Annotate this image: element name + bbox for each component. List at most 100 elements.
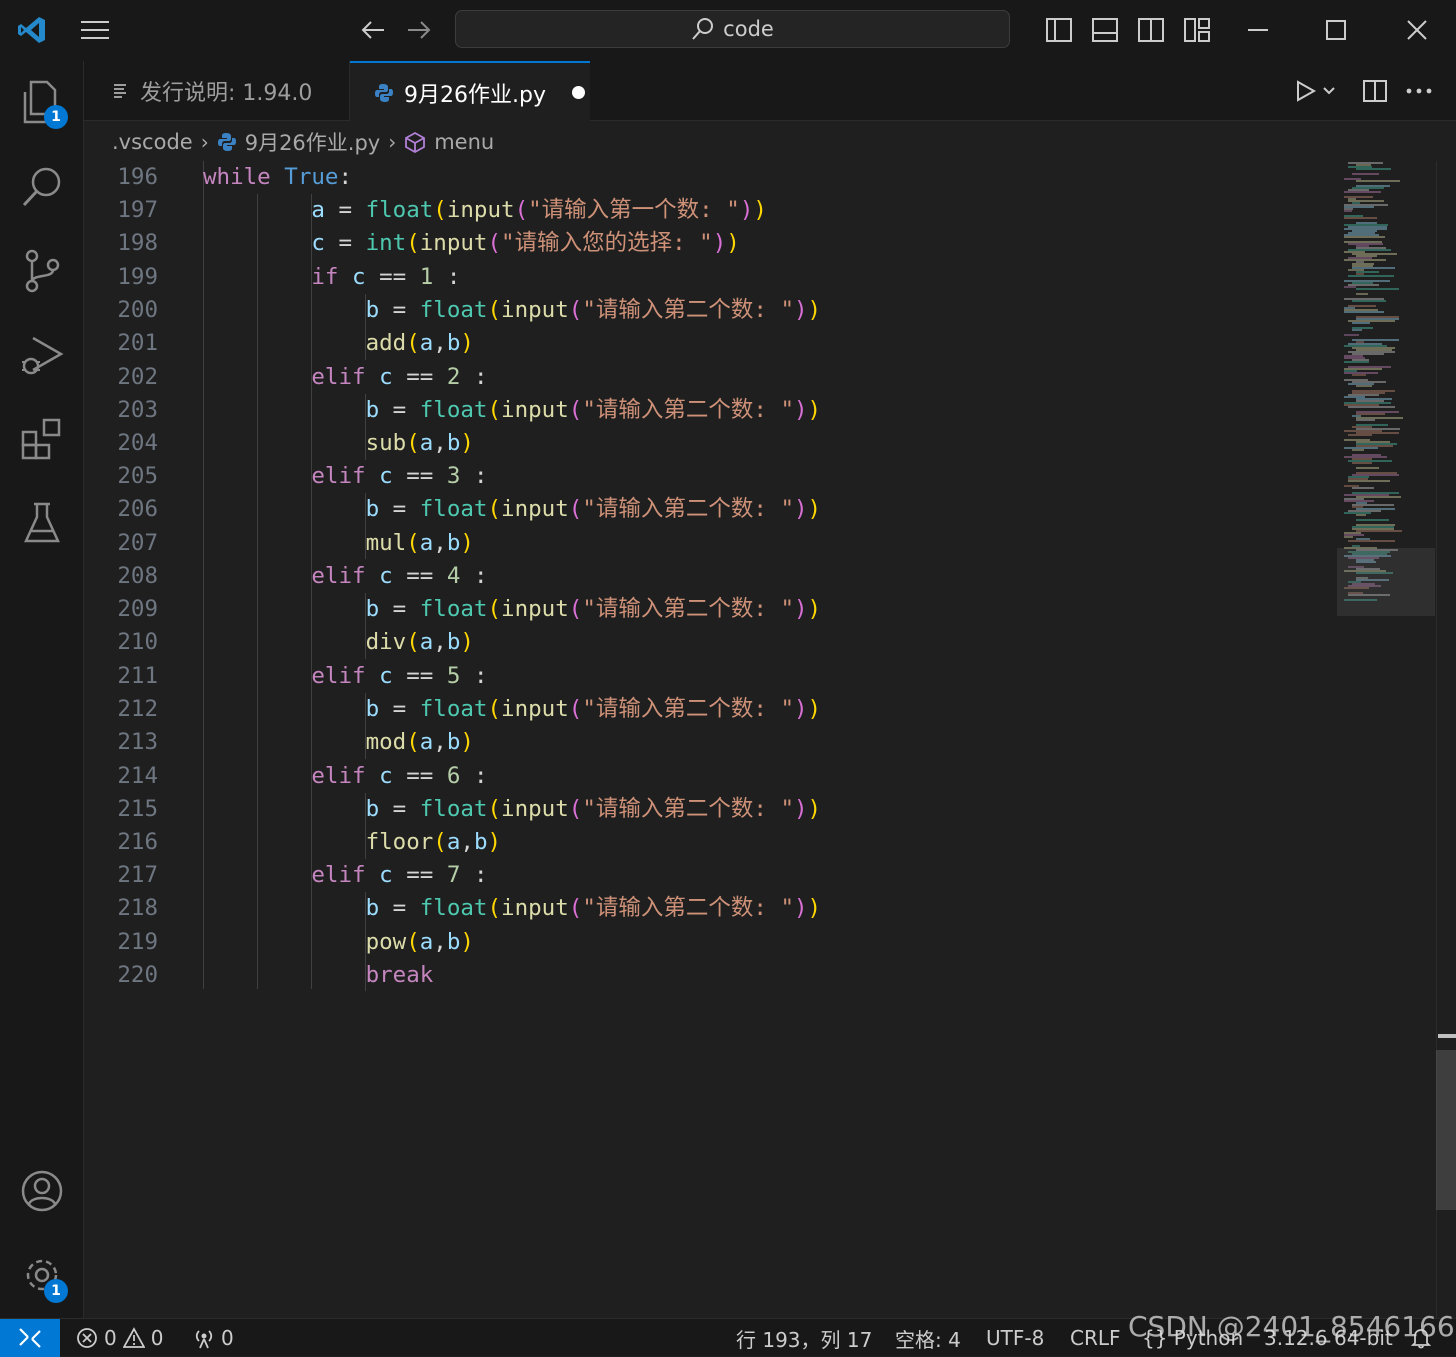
run-and-debug-icon[interactable] bbox=[0, 323, 84, 387]
breadcrumb-folder[interactable]: .vscode bbox=[112, 130, 193, 154]
toggle-panel-icon[interactable] bbox=[1090, 14, 1120, 46]
scrollbar-thumb[interactable] bbox=[1436, 1050, 1456, 1210]
line-number: 214 bbox=[117, 763, 158, 789]
unsaved-dot-icon[interactable] bbox=[571, 86, 585, 99]
menu-hamburger-icon[interactable] bbox=[78, 14, 112, 46]
chevron-right-icon: › bbox=[388, 130, 397, 154]
string-literal: "请输入第二个数: " bbox=[582, 696, 794, 722]
toggle-secondary-sidebar-icon[interactable] bbox=[1136, 14, 1166, 46]
code-line: 212 b = float(input("请输入第二个数: ")) bbox=[84, 693, 821, 726]
line-number: 205 bbox=[117, 463, 158, 489]
ports-count: 0 bbox=[221, 1326, 234, 1350]
code-line: 201 add(a,b) bbox=[84, 327, 474, 360]
encoding-indicator[interactable]: UTF-8 bbox=[986, 1319, 1044, 1357]
command-center-search[interactable]: code bbox=[455, 10, 1010, 48]
case-number: 3 bbox=[446, 463, 461, 489]
function-call: sub bbox=[365, 430, 407, 456]
remote-indicator[interactable] bbox=[0, 1319, 60, 1357]
minimap[interactable] bbox=[1340, 161, 1436, 1318]
code-line: 214 elif c == 6 : bbox=[84, 760, 487, 793]
breadcrumb-symbol[interactable]: menu bbox=[434, 130, 494, 154]
explorer-icon[interactable]: 1 bbox=[0, 71, 84, 135]
string-literal: "请输入您的选择: " bbox=[501, 230, 713, 256]
line-number: 212 bbox=[117, 696, 158, 722]
code-line: 210 div(a,b) bbox=[84, 626, 474, 659]
breadcrumb-file[interactable]: 9月26作业.py bbox=[245, 127, 381, 157]
explorer-badge: 1 bbox=[44, 105, 68, 129]
code-line: 219 pow(a,b) bbox=[84, 926, 474, 959]
warning-count: 0 bbox=[150, 1326, 164, 1350]
indentation-indicator[interactable]: 空格: 4 bbox=[895, 1319, 961, 1357]
scrollbar-cursor-marker bbox=[1438, 1034, 1456, 1038]
line-number: 218 bbox=[117, 895, 158, 921]
line-number: 202 bbox=[117, 364, 158, 390]
search-icon bbox=[692, 18, 714, 40]
close-icon[interactable] bbox=[1403, 14, 1431, 46]
line-number: 213 bbox=[117, 729, 158, 755]
code-line: 216 floor(a,b) bbox=[84, 826, 501, 859]
problems-indicator[interactable]: 0 0 bbox=[76, 1319, 163, 1357]
line-number: 215 bbox=[117, 796, 158, 822]
manage-gear-icon[interactable]: 1 bbox=[0, 1243, 84, 1307]
toggle-primary-sidebar-icon[interactable] bbox=[1044, 14, 1074, 46]
function-call: mod bbox=[365, 729, 407, 755]
split-editor-icon[interactable] bbox=[1360, 75, 1390, 107]
code-line: 217 elif c == 7 : bbox=[84, 859, 487, 892]
case-number: 2 bbox=[446, 364, 461, 390]
line-number: 206 bbox=[117, 496, 158, 522]
code-editor[interactable]: 196 while True: 197 a = float(input("请输入第… bbox=[84, 161, 1336, 1318]
code-line: 203 b = float(input("请输入第二个数: ")) bbox=[84, 394, 821, 427]
python-file-icon bbox=[375, 83, 393, 102]
chevron-right-icon: › bbox=[200, 130, 209, 154]
maximize-icon[interactable] bbox=[1322, 14, 1350, 46]
code-line: 196 while True: bbox=[84, 161, 352, 194]
string-literal: "请输入第二个数: " bbox=[582, 596, 794, 622]
run-python-file-icon[interactable] bbox=[1290, 75, 1340, 107]
code-line: 206 b = float(input("请输入第二个数: ")) bbox=[84, 493, 821, 526]
code-line: 205 elif c == 3 : bbox=[84, 460, 487, 493]
minimap-slider[interactable] bbox=[1337, 548, 1435, 616]
source-control-icon[interactable] bbox=[0, 239, 84, 303]
ports-indicator[interactable]: 0 bbox=[193, 1319, 234, 1357]
title-bar: code bbox=[0, 0, 1456, 62]
search-view-icon[interactable] bbox=[0, 155, 84, 219]
case-number: 5 bbox=[446, 663, 461, 689]
watermark: CSDN @2401_85461664 bbox=[1128, 1310, 1456, 1343]
tab-python-file[interactable]: 9月26作业.py bbox=[350, 61, 590, 122]
back-arrow-icon[interactable] bbox=[358, 14, 388, 46]
code-line: 220 break bbox=[84, 959, 433, 992]
string-literal: "请输入第一个数: " bbox=[528, 197, 740, 223]
code-line: 199 if c == 1 : bbox=[84, 261, 460, 294]
remote-icon bbox=[19, 1328, 41, 1348]
function-call: add bbox=[365, 330, 407, 356]
editor-tabs: 发行说明: 1.94.0 9月26作业.py bbox=[84, 61, 1456, 122]
search-label: code bbox=[723, 17, 774, 41]
customize-layout-icon[interactable] bbox=[1182, 14, 1212, 46]
line-number: 216 bbox=[117, 829, 158, 855]
eol-indicator[interactable]: CRLF bbox=[1070, 1319, 1121, 1357]
code-line: 204 sub(a,b) bbox=[84, 427, 474, 460]
vscode-logo-icon bbox=[14, 14, 50, 46]
line-number: 198 bbox=[117, 230, 158, 256]
tab-label: 9月26作业.py bbox=[404, 82, 546, 108]
code-line: 197 a = float(input("请输入第一个数: ")) bbox=[84, 194, 767, 227]
line-number: 217 bbox=[117, 862, 158, 888]
line-number: 208 bbox=[117, 563, 158, 589]
error-icon bbox=[77, 1328, 97, 1348]
line-number: 204 bbox=[117, 430, 158, 456]
cursor-position[interactable]: 行 193，列 17 bbox=[736, 1319, 872, 1357]
string-literal: "请输入第二个数: " bbox=[582, 297, 794, 323]
testing-flask-icon[interactable] bbox=[0, 491, 84, 555]
minimize-icon[interactable] bbox=[1244, 14, 1272, 46]
line-number: 197 bbox=[117, 197, 158, 223]
forward-arrow-icon[interactable] bbox=[404, 14, 434, 46]
accounts-icon[interactable] bbox=[0, 1159, 84, 1223]
extensions-icon[interactable] bbox=[0, 407, 84, 471]
line-number: 201 bbox=[117, 330, 158, 356]
string-literal: "请输入第二个数: " bbox=[582, 496, 794, 522]
tab-label: 发行说明: 1.94.0 bbox=[140, 81, 313, 106]
more-actions-icon[interactable] bbox=[1404, 75, 1434, 107]
code-line: 207 mul(a,b) bbox=[84, 527, 474, 560]
tab-release-notes[interactable]: 发行说明: 1.94.0 bbox=[84, 61, 350, 121]
warning-icon bbox=[122, 1327, 145, 1348]
